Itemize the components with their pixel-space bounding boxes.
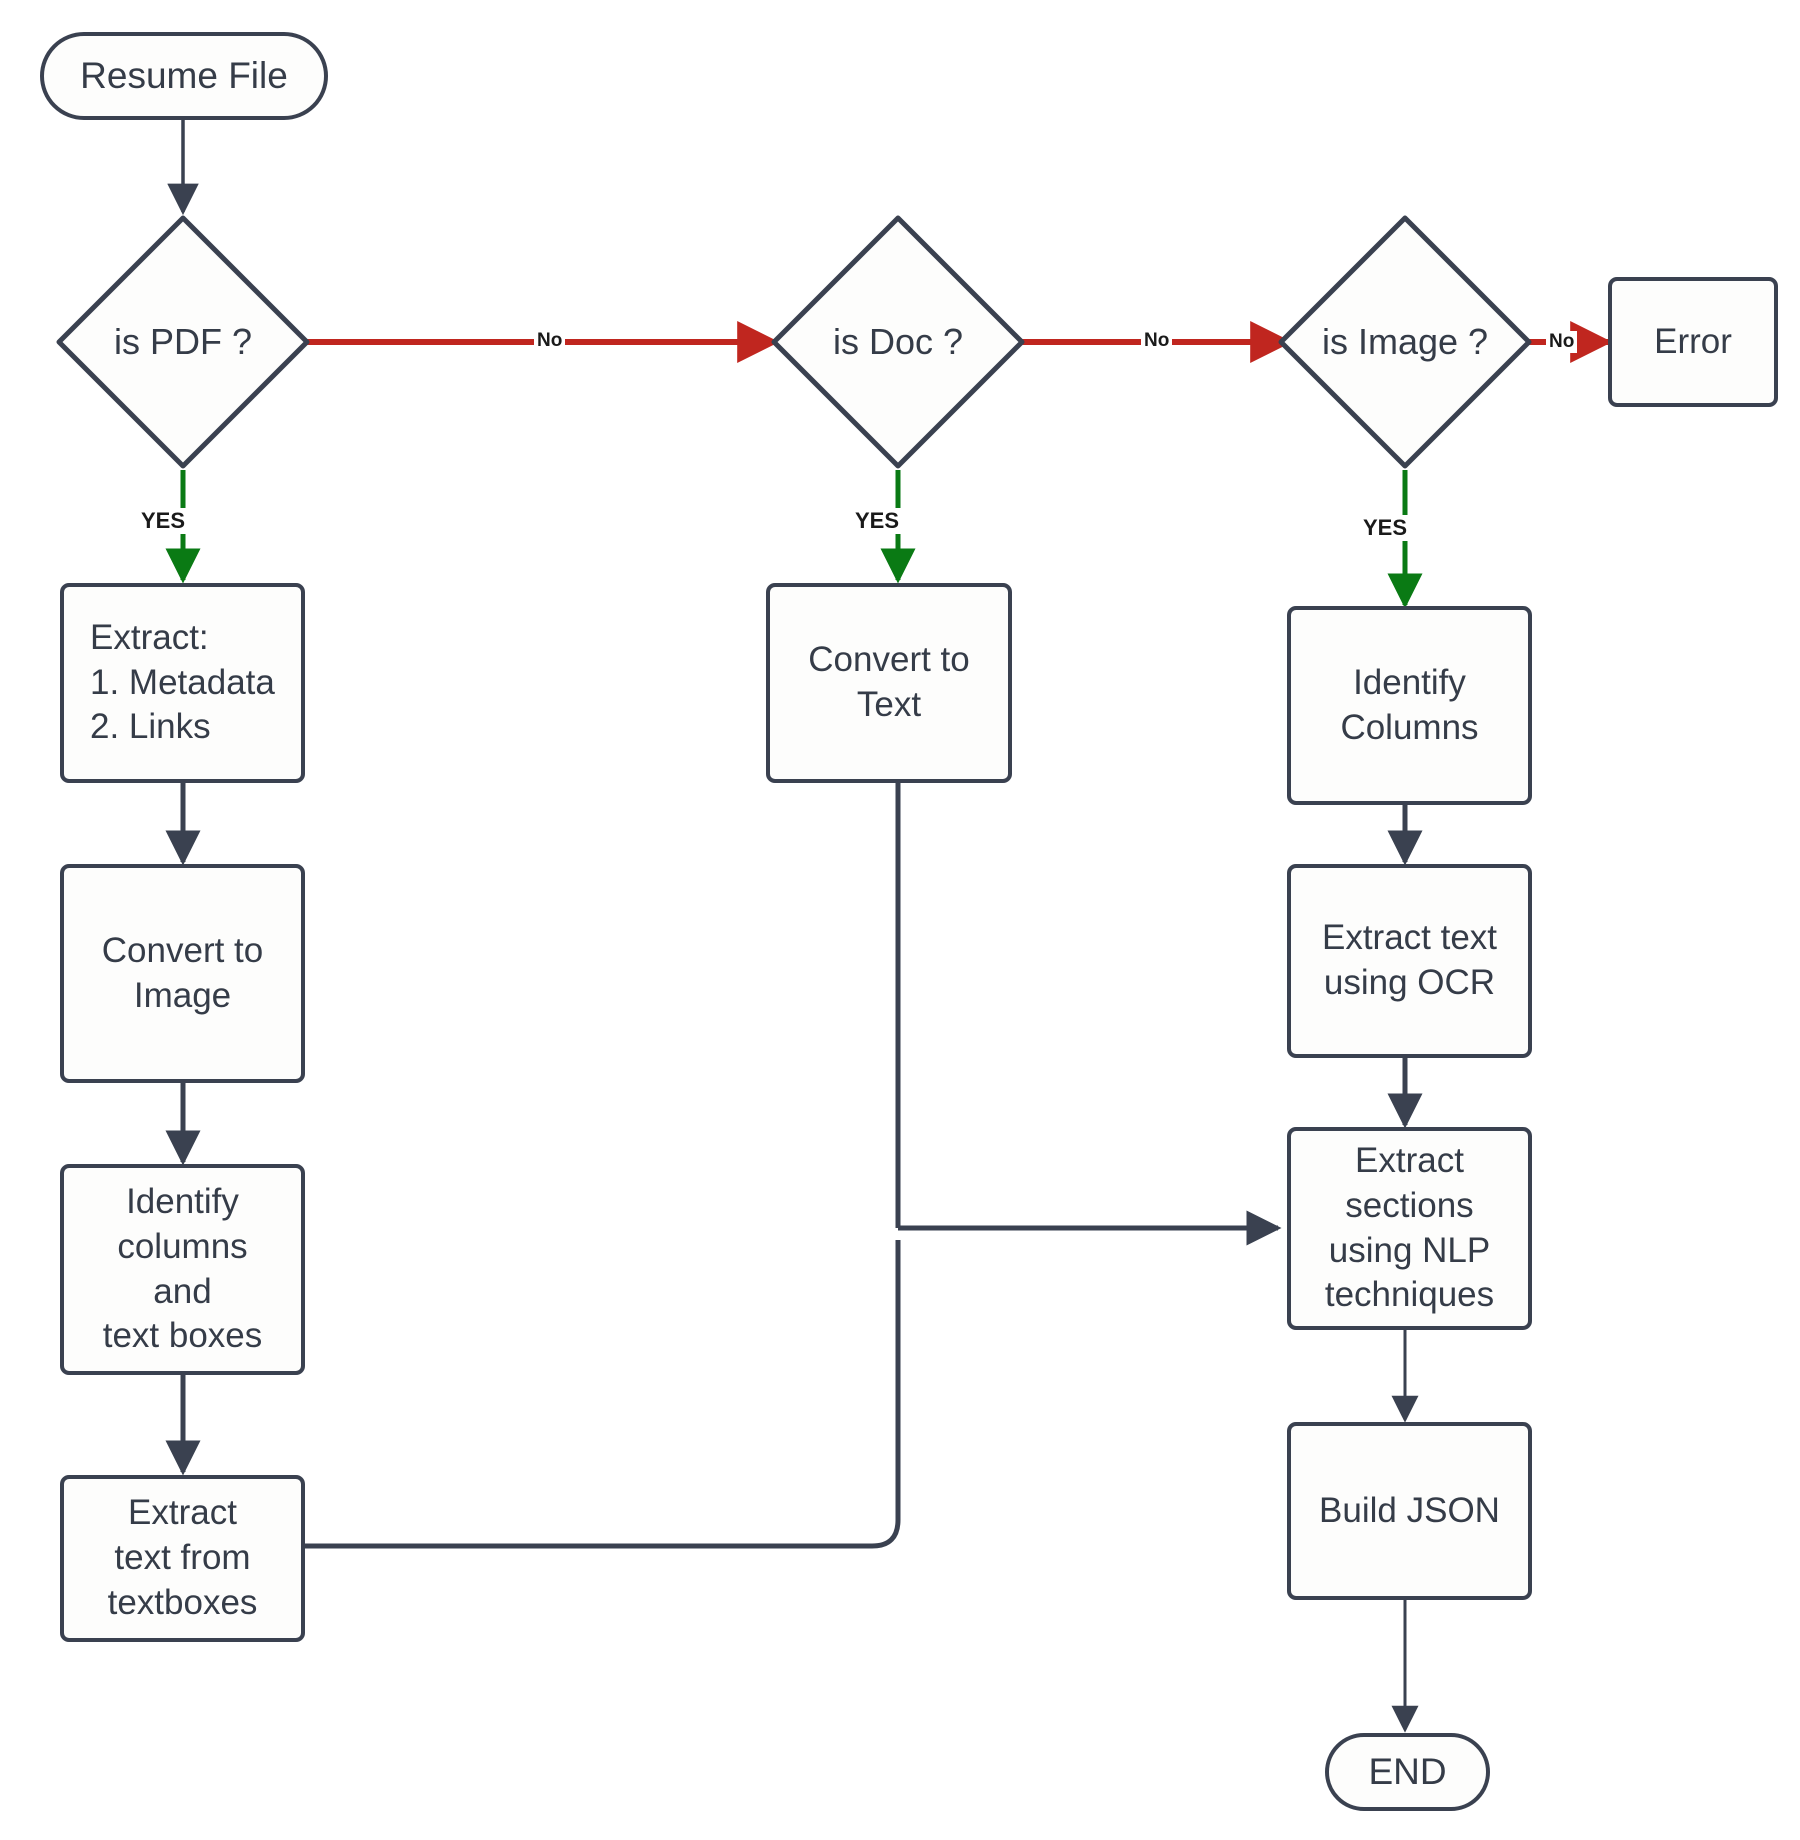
edge-label-no-doc-to-image: No [1141, 330, 1173, 352]
node-label-line-3: textboxes [107, 1582, 258, 1622]
node-extract-metadata-links[interactable]: Extract: 1. Metadata 2. Links [60, 583, 305, 783]
node-convert-to-text[interactable]: Convert to Text [766, 583, 1012, 783]
diamond-shape [1278, 215, 1532, 469]
node-extract-sections-using-nlp[interactable]: Extract sections using NLP techniques [1287, 1127, 1532, 1330]
node-end[interactable]: END [1325, 1733, 1490, 1811]
node-label-block: Convert to Text [808, 638, 969, 728]
node-label-block: Extract sections using NLP techniques [1325, 1139, 1494, 1318]
node-build-json[interactable]: Build JSON [1287, 1422, 1532, 1600]
flowchart-canvas: Resume File is PDF ? is Doc ? is Image ?… [0, 0, 1800, 1840]
node-label-line-3: and [153, 1271, 212, 1311]
node-label-line-3: 2. Links [90, 707, 211, 747]
node-label-line-1: Identify [126, 1181, 239, 1221]
node-extract-text-from-textboxes[interactable]: Extract text from textboxes [60, 1475, 305, 1642]
node-label-block: Extract: 1. Metadata 2. Links [90, 616, 275, 750]
edge-label-text: No [537, 330, 563, 351]
node-label-block: Convert to Image [102, 929, 263, 1019]
edge-label-text: No [1144, 330, 1170, 351]
node-label-line-2: columns [117, 1226, 248, 1266]
node-label-line-1: Extract [128, 1493, 237, 1533]
node-decision-is-pdf[interactable]: is PDF ? [53, 212, 313, 472]
node-label-line-2: text from [114, 1538, 251, 1578]
edge-label-no-pdf-to-doc: No [534, 330, 566, 352]
edge-extract-textboxes-to-nlp [303, 1240, 901, 1549]
node-label-line-1: Convert to [101, 930, 264, 970]
node-convert-to-image[interactable]: Convert to Image [60, 864, 305, 1083]
node-label: Build JSON [1319, 1490, 1500, 1530]
node-identify-columns-and-text-boxes[interactable]: Identify columns and text boxes [60, 1164, 305, 1375]
edge-label-text: YES [1363, 515, 1408, 540]
node-decision-is-image[interactable]: is Image ? [1275, 212, 1535, 472]
node-label-line-1: Extract: [90, 617, 209, 657]
node-label-line-2: using OCR [1323, 963, 1496, 1002]
edge-label-yes-doc: YES [852, 508, 903, 534]
node-decision-is-doc[interactable]: is Doc ? [768, 212, 1028, 472]
diamond-shape [56, 215, 310, 469]
node-label: Error [1654, 321, 1732, 361]
edge-label-text: YES [141, 508, 186, 533]
node-label-block: Identify columns and text boxes [103, 1180, 263, 1359]
node-label: Resume File [80, 55, 288, 97]
node-label-line-1: Extract [1355, 1140, 1464, 1180]
node-label-line-2: sections [1345, 1185, 1474, 1225]
node-label-line-2: Columns [1340, 707, 1479, 747]
diamond-shape [771, 215, 1025, 469]
node-extract-text-using-ocr[interactable]: Extract text using OCR [1287, 864, 1532, 1058]
node-identify-columns[interactable]: Identify Columns [1287, 606, 1532, 805]
edge-label-yes-pdf: YES [138, 508, 189, 534]
node-label-line-2: Image [133, 975, 232, 1015]
node-label-block: Identify Columns [1340, 661, 1478, 751]
edge-label-text: YES [855, 508, 900, 533]
node-label: END [1368, 1751, 1447, 1793]
node-label-line-2: Text [856, 685, 922, 724]
edge-label-yes-image: YES [1360, 515, 1411, 541]
node-start-resume-file[interactable]: Resume File [40, 32, 328, 120]
node-label-line-3: using NLP [1328, 1230, 1491, 1270]
node-label-block: Extract text from textboxes [108, 1491, 258, 1625]
node-label-line-1: Extract text [1321, 918, 1498, 958]
edge-label-no-image-to-error: No [1546, 331, 1578, 353]
node-label-block: Extract text using OCR [1322, 916, 1497, 1006]
node-label-line-2: 1. Metadata [90, 662, 275, 702]
edge-label-text: No [1549, 331, 1575, 352]
node-label-line-4: text boxes [102, 1316, 263, 1356]
node-label-line-1: Convert to [808, 640, 970, 680]
node-label-line-4: techniques [1324, 1275, 1495, 1315]
node-error[interactable]: Error [1608, 277, 1778, 407]
node-label-line-1: Identify [1353, 662, 1466, 702]
